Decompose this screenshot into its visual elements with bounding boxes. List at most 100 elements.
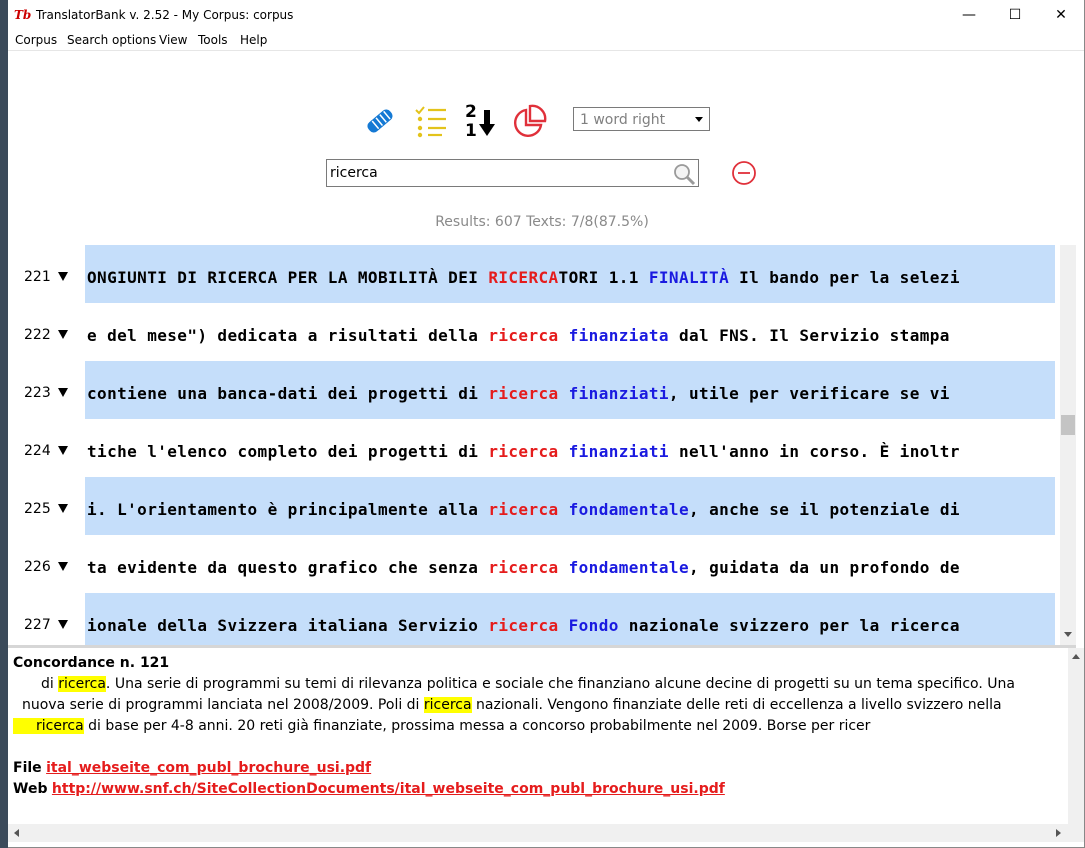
spacer-context bbox=[559, 616, 569, 635]
horizontal-scrollbar[interactable] bbox=[8, 824, 1084, 842]
menu-corpus[interactable]: Corpus bbox=[15, 33, 57, 47]
keyword-match: RICERCA bbox=[488, 268, 559, 287]
table-row[interactable]: 225 i. L'orientamento è principalmente a… bbox=[8, 477, 1060, 535]
pie-chart-icon[interactable] bbox=[511, 104, 547, 140]
toolbar-area: 2 1 1 word right ricerca Results: 607 Te… bbox=[8, 51, 1076, 245]
grid-scrollbar-thumb[interactable] bbox=[1061, 415, 1075, 435]
context-dropdown-value: 1 word right bbox=[580, 112, 666, 128]
collocate: finanziata bbox=[568, 326, 669, 345]
row-number: 223 bbox=[24, 385, 51, 401]
concordance-heading: Concordance n. 121 bbox=[13, 655, 170, 671]
sort-top-digit: 2 bbox=[465, 102, 477, 122]
concordance-line: ionale della Svizzera italiana Servizio … bbox=[87, 616, 1053, 635]
handshake-icon[interactable] bbox=[363, 104, 397, 138]
keyword-match: ricerca bbox=[488, 500, 559, 519]
concordance-line: tiche l'elenco completo dei progetti di … bbox=[87, 442, 1053, 461]
table-row[interactable]: 221 ONGIUNTI DI RICERCA PER LA MOBILITÀ … bbox=[8, 245, 1060, 303]
left-context: e del mese") dedicata a risultati della bbox=[87, 326, 489, 345]
sort-icon[interactable]: 2 1 bbox=[463, 102, 499, 142]
detail-text: di bbox=[41, 676, 59, 692]
detail-line-2: nuova serie di programmi lanciata nel 20… bbox=[22, 697, 1002, 713]
expand-arrow-icon[interactable] bbox=[58, 330, 68, 339]
menu-view[interactable]: View bbox=[159, 33, 187, 47]
concordance-detail: Concordance n. 121 di ricerca. Una serie… bbox=[8, 648, 1068, 824]
table-row[interactable]: 224 tiche l'elenco completo dei progetti… bbox=[8, 419, 1060, 477]
table-row[interactable]: 226 ta evidente da questo grafico che se… bbox=[8, 535, 1060, 593]
keyword-highlight: ricerca bbox=[423, 697, 472, 713]
table-row[interactable]: 223 contiene una banca-dati dei progetti… bbox=[8, 361, 1060, 419]
left-context: ONGIUNTI DI RICERCA PER LA MOBILITÀ DEI bbox=[87, 268, 489, 287]
window-title: TranslatorBank v. 2.52 - My Corpus: corp… bbox=[36, 8, 294, 22]
right-context: , anche se il potenziale di bbox=[689, 500, 960, 519]
keyword-match: ricerca bbox=[488, 326, 559, 345]
menu-tools[interactable]: Tools bbox=[198, 33, 228, 47]
row-number: 226 bbox=[24, 559, 51, 575]
row-number: 227 bbox=[24, 617, 51, 633]
right-context: nazionale svizzero per la ricerca bbox=[618, 616, 960, 635]
scroll-down-icon[interactable] bbox=[1064, 632, 1072, 637]
concordance-line: ONGIUNTI DI RICERCA PER LA MOBILITÀ DEI … bbox=[87, 268, 1053, 287]
row-number: 225 bbox=[24, 501, 51, 517]
minimize-icon: — bbox=[962, 7, 976, 23]
list-icon[interactable] bbox=[414, 104, 448, 138]
collocate: Fondo bbox=[568, 616, 619, 635]
expand-arrow-icon[interactable] bbox=[58, 562, 68, 571]
concordance-grid: 221 ONGIUNTI DI RICERCA PER LA MOBILITÀ … bbox=[8, 245, 1060, 645]
concordance-line: e del mese") dedicata a risultati della … bbox=[87, 326, 1053, 345]
file-link[interactable]: ital_webseite_com_publ_brochure_usi.pdf bbox=[46, 760, 371, 776]
menu-help[interactable]: Help bbox=[240, 33, 267, 47]
collocate: FINALITÀ bbox=[648, 268, 730, 287]
expand-arrow-icon[interactable] bbox=[58, 446, 68, 455]
search-icon[interactable] bbox=[672, 162, 696, 186]
minimize-button[interactable]: — bbox=[946, 0, 992, 30]
web-link[interactable]: http://www.snf.ch/SiteCollectionDocument… bbox=[52, 781, 725, 797]
table-row[interactable]: 227 ionale della Svizzera italiana Servi… bbox=[8, 593, 1060, 645]
chevron-down-icon bbox=[695, 117, 703, 122]
search-input-value: ricerca bbox=[330, 165, 378, 181]
context-dropdown[interactable]: 1 word right bbox=[573, 107, 710, 131]
scroll-right-icon[interactable] bbox=[1056, 829, 1061, 837]
keyword-match: ricerca bbox=[488, 616, 559, 635]
spacer-context bbox=[559, 558, 569, 577]
detail-text: di base per 4-8 anni. 20 reti già finanz… bbox=[83, 718, 871, 734]
grid-scrollbar[interactable] bbox=[1060, 245, 1076, 645]
sort-bottom-digit: 1 bbox=[465, 121, 477, 141]
spacer-context: TORI 1.1 bbox=[558, 268, 649, 287]
scroll-left-icon[interactable] bbox=[14, 829, 19, 837]
app-window: Tb TranslatorBank v. 2.52 - My Corpus: c… bbox=[8, 0, 1085, 848]
results-summary: Results: 607 Texts: 7/8(87.5%) bbox=[435, 214, 649, 230]
expand-arrow-icon[interactable] bbox=[58, 620, 68, 629]
scroll-up-icon[interactable] bbox=[1072, 654, 1080, 659]
row-number: 222 bbox=[24, 327, 51, 343]
keyword-match: ricerca bbox=[488, 442, 559, 461]
collocate: finanziati bbox=[568, 442, 669, 461]
close-button[interactable]: ✕ bbox=[1038, 0, 1084, 30]
left-context: tiche l'elenco completo dei progetti di bbox=[87, 442, 489, 461]
collocate: finanziati bbox=[568, 384, 669, 403]
remove-icon[interactable] bbox=[731, 160, 757, 186]
title-bar: Tb TranslatorBank v. 2.52 - My Corpus: c… bbox=[8, 0, 1084, 30]
concordance-line: contiene una banca-dati dei progetti di … bbox=[87, 384, 1053, 403]
right-context: , utile per verificare se vi bbox=[668, 384, 950, 403]
left-context: ta evidente da questo grafico che senza bbox=[87, 558, 489, 577]
table-row[interactable]: 222 e del mese") dedicata a risultati de… bbox=[8, 303, 1060, 361]
expand-arrow-icon[interactable] bbox=[58, 504, 68, 513]
search-input[interactable]: ricerca bbox=[326, 159, 699, 187]
maximize-button[interactable]: ☐ bbox=[992, 0, 1038, 30]
expand-arrow-icon[interactable] bbox=[58, 272, 68, 281]
web-label: Web bbox=[13, 781, 48, 797]
detail-text: nuova serie di programmi lanciata nel 20… bbox=[22, 697, 424, 713]
file-label: File bbox=[13, 760, 42, 776]
detail-scrollbar[interactable] bbox=[1068, 648, 1084, 824]
app-logo-icon: Tb bbox=[14, 8, 32, 22]
spacer-context bbox=[559, 326, 569, 345]
row-number: 221 bbox=[24, 269, 51, 285]
expand-arrow-icon[interactable] bbox=[58, 388, 68, 397]
menu-search-options[interactable]: Search options bbox=[67, 33, 156, 47]
keyword-match: ricerca bbox=[488, 384, 559, 403]
close-icon: ✕ bbox=[1055, 7, 1067, 23]
web-info: Web http://www.snf.ch/SiteCollectionDocu… bbox=[13, 781, 725, 797]
left-context: i. L'orientamento è principalmente alla bbox=[87, 500, 489, 519]
file-info: File ital_webseite_com_publ_brochure_usi… bbox=[13, 760, 371, 776]
detail-line-1: di ricerca. Una serie di programmi su te… bbox=[41, 676, 1015, 692]
